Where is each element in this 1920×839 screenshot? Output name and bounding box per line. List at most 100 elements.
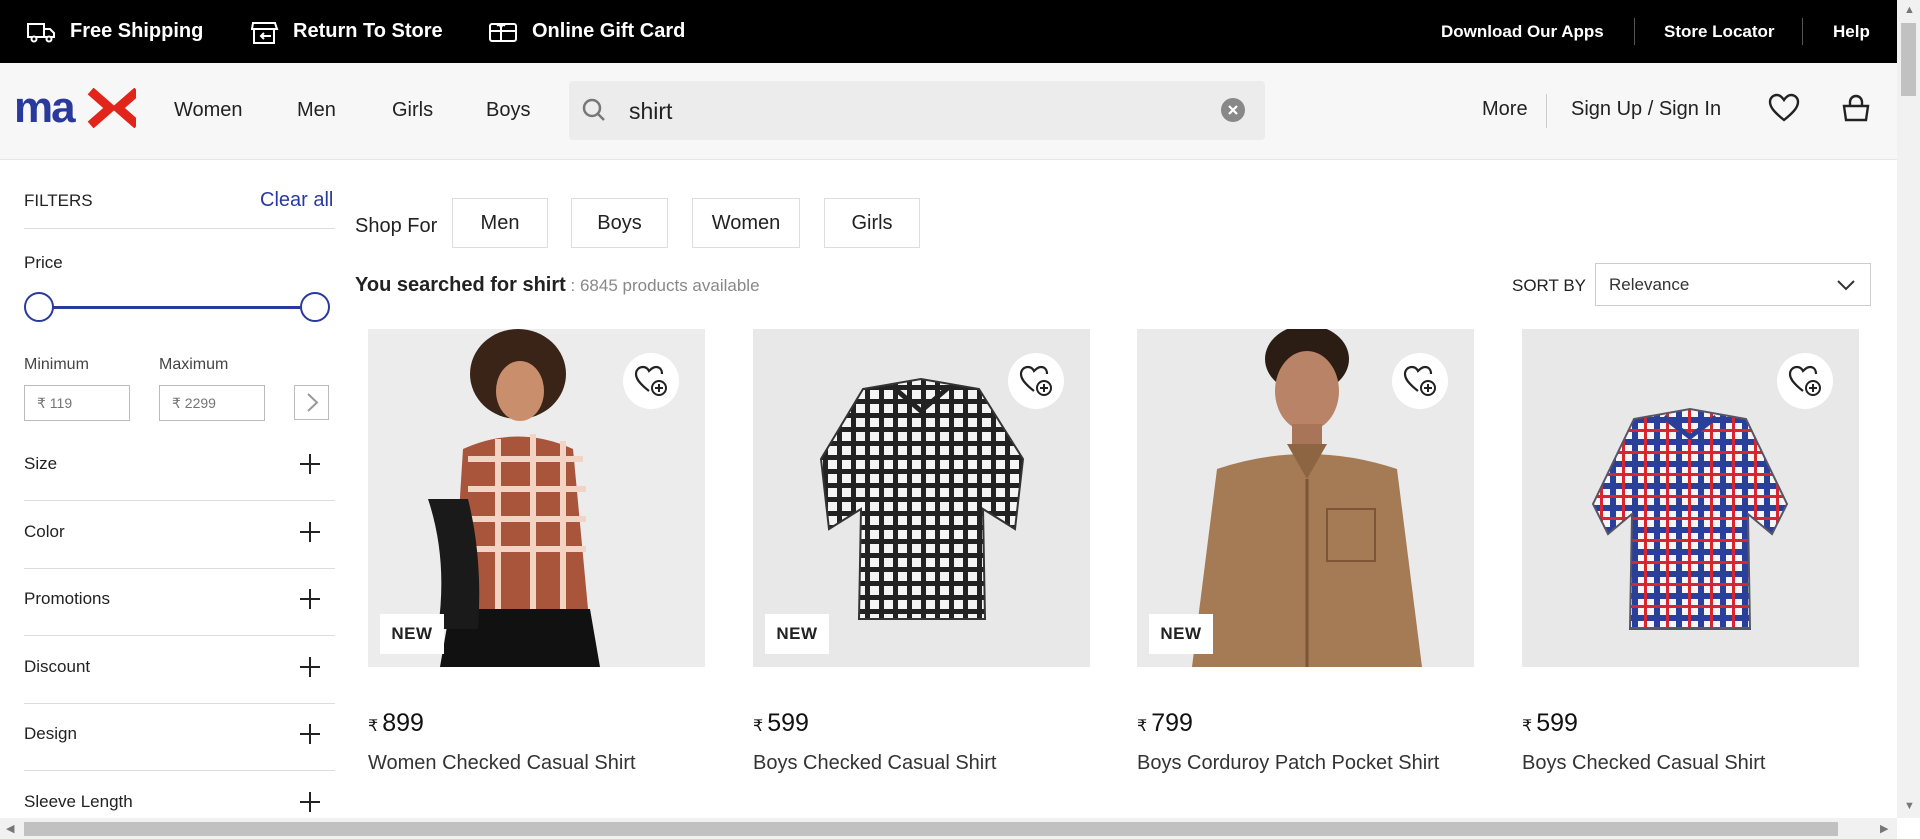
filter-color[interactable]: Color [24,502,335,569]
price-value: 899 [382,709,424,737]
product-image[interactable] [1522,329,1859,667]
heart-plus-icon [1019,365,1052,396]
price-slider-min-handle[interactable] [24,292,54,322]
sort-selected-value: Relevance [1609,275,1690,294]
help-link[interactable]: Help [1833,0,1870,63]
price-slider-max-handle[interactable] [300,292,330,322]
nav-girls[interactable]: Girls [392,99,433,122]
currency-symbol: ₹ [368,718,379,735]
apply-price-button[interactable] [294,385,329,420]
product-name[interactable]: Women Checked Casual Shirt [368,752,636,775]
search-bar [569,81,1265,140]
free-shipping-link[interactable]: Free Shipping [26,0,203,63]
plus-icon [300,657,320,677]
product-name[interactable]: Boys Checked Casual Shirt [1522,752,1765,775]
filter-promotions[interactable]: Promotions [24,569,335,636]
gift-card-icon [489,22,517,42]
wishlist-heart-icon[interactable] [1768,93,1800,123]
add-to-wishlist-button[interactable] [1008,353,1064,409]
clear-all-link[interactable]: Clear all [260,189,333,212]
nav-women[interactable]: Women [174,99,243,122]
filter-discount-label: Discount [24,657,91,676]
chip-women[interactable]: Women [692,198,800,248]
shop-for-label: Shop For [355,215,438,237]
product-image[interactable]: NEW [1137,329,1474,667]
online-gift-card-label: Online Gift Card [532,20,686,42]
plus-icon [300,522,320,542]
sort-by-label: SORT BY [1512,276,1587,295]
scroll-left-arrow-icon[interactable]: ◀ [6,822,14,835]
scroll-up-arrow-icon[interactable]: ▲ [1904,4,1915,16]
price-value: 599 [1536,709,1578,737]
divider [24,635,335,636]
search-input[interactable] [629,93,1189,129]
filter-sleeve-length-label: Sleeve Length [24,792,133,811]
chip-men[interactable]: Men [452,198,548,248]
scroll-right-arrow-icon[interactable]: ▶ [1880,822,1888,835]
divider [24,228,335,229]
price-value: 599 [767,709,809,737]
plus-icon [300,724,320,744]
nav-men[interactable]: Men [297,99,336,122]
top-promo-bar: Free Shipping Return To Store Online Gif… [0,0,1897,63]
sign-in-link[interactable]: Sign Up / Sign In [1571,98,1721,121]
currency-symbol: ₹ [1522,718,1533,735]
product-count: : 6845 products available [565,276,760,295]
product-name[interactable]: Boys Corduroy Patch Pocket Shirt [1137,752,1439,775]
product-image[interactable]: NEW [753,329,1090,667]
search-icon [582,98,605,121]
store-return-icon [251,21,279,44]
logo-x-mark [87,88,136,128]
scroll-down-arrow-icon[interactable]: ▼ [1904,800,1915,812]
add-to-wishlist-button[interactable] [623,353,679,409]
clear-search-icon[interactable] [1221,98,1245,122]
product-name[interactable]: Boys Checked Casual Shirt [753,752,996,775]
chevron-down-icon [1837,280,1855,291]
price-slider-track[interactable] [38,306,314,309]
store-locator-link[interactable]: Store Locator [1664,0,1775,63]
currency-symbol: ₹ [753,718,764,735]
heart-plus-icon [1403,365,1436,396]
minimum-label: Minimum [24,356,89,373]
return-to-store-link[interactable]: Return To Store [251,0,443,63]
add-to-wishlist-button[interactable] [1392,353,1448,409]
heart-plus-icon [634,365,667,396]
vertical-scrollbar[interactable]: ▲ ▼ [1897,0,1920,818]
minimum-price-input[interactable] [24,385,130,421]
new-badge: NEW [380,614,444,654]
maximum-price-input[interactable] [159,385,265,421]
return-to-store-label: Return To Store [293,20,443,42]
sort-dropdown[interactable]: Relevance [1595,263,1871,306]
main-header: ma Women Men Girls Boys More Sign Up / S… [0,63,1897,160]
chip-girls[interactable]: Girls [824,198,920,248]
horizontal-scroll-thumb[interactable] [24,822,1838,836]
filter-size[interactable]: Size [24,434,335,501]
nav-boys[interactable]: Boys [486,99,530,122]
filter-discount[interactable]: Discount [24,637,335,704]
new-badge: NEW [765,614,829,654]
product-price: ₹599 [753,709,809,738]
vertical-scroll-thumb[interactable] [1901,23,1916,96]
download-apps-link[interactable]: Download Our Apps [1441,0,1604,63]
shopping-bag-icon[interactable] [1841,93,1871,123]
max-logo[interactable]: ma [14,88,136,128]
chip-boys[interactable]: Boys [571,198,668,248]
add-to-wishlist-button[interactable] [1777,353,1833,409]
online-gift-card-link[interactable]: Online Gift Card [488,0,685,63]
product-image[interactable]: NEW [368,329,705,667]
more-menu[interactable]: More [1482,98,1528,121]
filter-design[interactable]: Design [24,704,335,771]
searched-query-text: You searched for shirt [355,274,566,296]
plus-icon [300,589,320,609]
filters-title: FILTERS [24,191,93,210]
product-price: ₹599 [1522,709,1578,738]
heart-plus-icon [1788,365,1821,396]
header-divider [1546,94,1547,128]
logo-text: ma [14,88,76,128]
divider [24,500,335,501]
new-badge: NEW [1149,614,1213,654]
horizontal-scrollbar[interactable]: ◀ ▶ [0,818,1897,839]
product-price: ₹799 [1137,709,1193,738]
price-value: 799 [1151,709,1193,737]
divider [24,770,335,771]
